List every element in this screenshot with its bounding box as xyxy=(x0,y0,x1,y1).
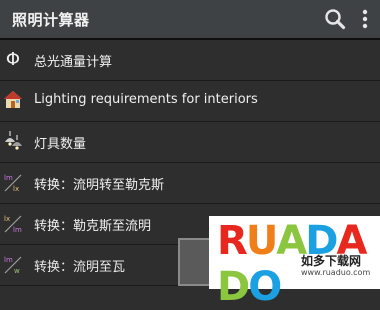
watermark-logo: RUADADO 如多下载网 www.ruaduo.com xyxy=(209,216,380,310)
list-item-label: 灯具数量 xyxy=(34,137,87,152)
watermark-url: www.ruaduo.com xyxy=(301,268,371,277)
watermark-letter: D xyxy=(217,264,250,310)
overflow-menu-button[interactable] xyxy=(352,6,378,32)
svg-text:Φ: Φ xyxy=(6,49,20,70)
watermark-letter: U xyxy=(245,218,279,264)
list-item-label: Lighting requirements for interiors xyxy=(34,92,258,107)
watermark-letter: O xyxy=(248,264,282,310)
action-bar: 照明计算器 xyxy=(0,0,380,40)
list-item-lighting-requirements[interactable]: Lighting requirements for interiors xyxy=(0,81,380,122)
list-item-label: 转换：流明转至勒克斯 xyxy=(34,178,165,193)
search-icon xyxy=(325,9,346,30)
svg-text:lm: lm xyxy=(13,226,22,234)
list-item-label: 总光通量计算 xyxy=(34,55,113,70)
svg-text:w: w xyxy=(14,267,20,275)
svg-text:lm: lm xyxy=(4,256,13,264)
list-item-total-luminous-flux[interactable]: Φ 总光通量计算 xyxy=(0,40,380,81)
lm-w-conversion-icon: lm w xyxy=(4,256,22,275)
list-item-label: 转换：勒克斯至流明 xyxy=(34,219,152,234)
svg-text:lx: lx xyxy=(13,185,19,193)
app-title: 照明计算器 xyxy=(12,11,90,29)
lx-lm-conversion-icon: lx lm xyxy=(4,215,22,234)
watermark-subtitle: 如多下载网 xyxy=(301,254,362,268)
list-item-lumen-to-lux[interactable]: lm lx 转换：流明转至勒克斯 xyxy=(0,163,380,204)
watermark-letter: R xyxy=(217,218,248,264)
overflow-menu-icon xyxy=(362,9,368,29)
list-item-label: 转换：流明至瓦 xyxy=(34,260,126,275)
svg-text:lm: lm xyxy=(4,174,13,182)
search-button[interactable] xyxy=(322,6,348,32)
ceiling-lamp-icon xyxy=(5,131,22,150)
svg-text:lx: lx xyxy=(4,215,10,223)
house-icon xyxy=(4,91,22,108)
lm-lx-conversion-icon: lm lx xyxy=(4,174,22,193)
list-item-luminaire-count[interactable]: 灯具数量 xyxy=(0,122,380,163)
phi-symbol-icon: Φ xyxy=(6,49,20,70)
